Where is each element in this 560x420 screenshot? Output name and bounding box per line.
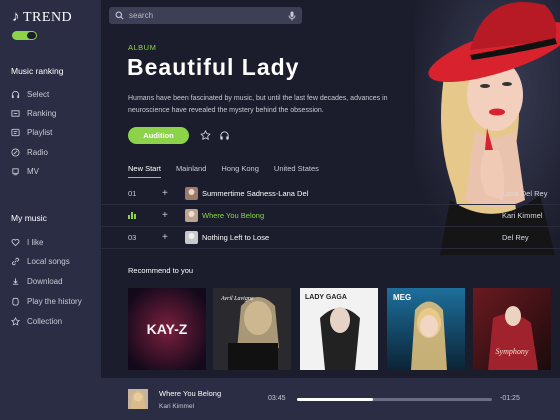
sidebar-item-download[interactable]: Download — [11, 275, 63, 287]
sidebar-item-label: Radio — [27, 147, 48, 157]
album-title: Beautiful Lady — [127, 54, 300, 80]
progress-fill — [297, 398, 374, 401]
sidebar-item-label: Select — [27, 89, 50, 99]
sidebar-item-label: Play the history — [27, 296, 82, 306]
add-icon[interactable]: + — [162, 232, 168, 243]
app-logo[interactable]: ♪ TREND — [12, 9, 72, 26]
song-artist: Lana Del Rey — [502, 189, 548, 198]
search-input[interactable] — [129, 11, 288, 20]
history-icon — [11, 297, 20, 306]
album-description: Humans have been fascinated by music, bu… — [128, 95, 388, 114]
recommend-cover[interactable]: Avril Lavigne — [213, 288, 291, 370]
heart-icon — [11, 238, 20, 247]
progress-bar[interactable] — [297, 398, 492, 401]
download-icon — [11, 277, 20, 286]
recommend-cover[interactable]: LADY GAGA — [300, 288, 378, 370]
headphones-icon — [11, 90, 20, 99]
song-thumbnail — [185, 231, 198, 244]
song-artist: Kari Kimmel — [502, 211, 543, 220]
recommend-cover[interactable]: KAY-Z — [128, 288, 206, 370]
music-note-icon: ♪ — [12, 9, 20, 25]
now-playing-artist: Kari Kimmel — [159, 403, 195, 410]
player-bar: Where You Belong Kari Kimmel 03:45 -01:2… — [101, 378, 560, 420]
headphones-icon[interactable] — [219, 130, 230, 141]
search-bar[interactable] — [109, 7, 302, 24]
sidebar-item-label: Download — [27, 276, 63, 286]
song-title: Nothing Left to Lose — [202, 233, 270, 242]
playlist-icon — [11, 128, 20, 137]
song-thumbnail — [185, 187, 198, 200]
remaining-time: -01:25 — [500, 395, 520, 402]
song-artist: Del Rey — [502, 233, 529, 242]
logo-text: TREND — [23, 9, 73, 25]
elapsed-time: 03:45 — [268, 395, 286, 402]
sidebar-item-playlist[interactable]: Playlist — [11, 126, 52, 138]
sidebar-item-label: I like — [27, 237, 44, 247]
song-row[interactable]: 01 + Summertime Sadness-Lana Del Lana De… — [101, 183, 560, 205]
song-number: 03 — [128, 233, 137, 242]
add-icon[interactable]: + — [162, 210, 168, 221]
add-icon[interactable]: + — [162, 188, 168, 199]
theme-toggle[interactable] — [12, 31, 37, 40]
sidebar-item-ranking[interactable]: Ranking — [11, 107, 56, 119]
search-icon — [115, 11, 124, 20]
song-number: 01 — [128, 189, 137, 198]
sidebar-item-mv[interactable]: MV — [11, 165, 39, 177]
ranking-icon — [11, 109, 20, 118]
audition-button[interactable]: Audition — [128, 127, 189, 144]
my-music-heading: My music — [11, 213, 47, 223]
tab-new-start[interactable]: New Start — [128, 164, 161, 178]
song-row[interactable]: + Where You Belong Kari Kimmel — [101, 205, 560, 227]
cover-text: MEG — [393, 293, 411, 302]
sidebar-item-local-songs[interactable]: Local songs — [11, 255, 70, 267]
cover-text: Symphony — [496, 347, 529, 356]
sidebar-item-label: MV — [27, 166, 39, 176]
music-ranking-heading: Music ranking — [11, 66, 64, 76]
now-playing-title: Where You Belong — [159, 389, 222, 398]
song-title: Where You Belong — [202, 211, 265, 220]
cover-text: KAY-Z — [147, 321, 188, 337]
link-icon — [11, 257, 20, 266]
microphone-icon[interactable] — [288, 11, 296, 21]
mv-icon — [11, 167, 20, 176]
tab-united-states[interactable]: United States — [274, 164, 319, 178]
region-tabs: New Start Mainland Hong Kong United Stat… — [128, 164, 334, 178]
tab-hong-kong[interactable]: Hong Kong — [221, 164, 259, 178]
tab-mainland[interactable]: Mainland — [176, 164, 206, 178]
sidebar-item-label: Playlist — [27, 127, 53, 137]
sidebar-item-label: Collection — [27, 316, 63, 326]
song-title: Summertime Sadness-Lana Del — [202, 189, 309, 198]
recommend-cover[interactable]: MEG — [387, 288, 465, 370]
now-playing-thumbnail[interactable] — [128, 389, 148, 409]
sidebar-item-label: Local songs — [27, 256, 70, 266]
playing-bars-icon — [128, 212, 136, 219]
sidebar: ♪ TREND Music ranking Select Ranking Pla… — [0, 0, 101, 420]
song-thumbnail — [185, 209, 198, 222]
favorite-star-icon[interactable] — [200, 130, 211, 141]
radio-icon — [11, 147, 20, 157]
sidebar-item-play-history[interactable]: Play the history — [11, 295, 82, 307]
song-row[interactable]: 03 + Nothing Left to Lose Del Rey — [101, 227, 560, 249]
recommend-cover[interactable]: Symphony — [473, 288, 551, 370]
sidebar-item-collection[interactable]: Collection — [11, 315, 62, 327]
sidebar-item-label: Ranking — [27, 108, 57, 118]
album-tag: ALBUM — [128, 43, 157, 52]
sidebar-item-select[interactable]: Select — [11, 88, 49, 100]
sidebar-item-i-like[interactable]: I like — [11, 236, 43, 248]
sidebar-item-radio[interactable]: Radio — [11, 146, 48, 158]
recommend-heading: Recommend to you — [128, 266, 194, 275]
cover-text: Avril Lavigne — [220, 296, 254, 302]
star-icon — [11, 316, 20, 326]
cover-text: LADY GAGA — [305, 294, 347, 301]
